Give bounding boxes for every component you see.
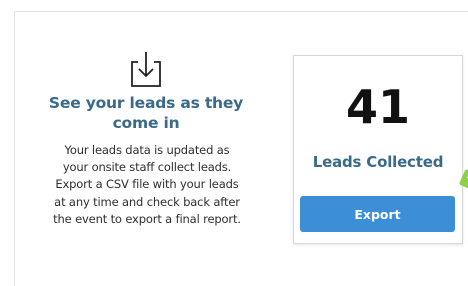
export-button[interactable]: Export: [300, 196, 455, 232]
info-description-line: the event to export a final report.: [53, 211, 241, 226]
green-arrow-icon: [459, 142, 468, 206]
leads-stat-card: 41 Leads Collected Export: [293, 55, 463, 244]
info-description-line: your onsite staff collect leads.: [62, 160, 232, 175]
info-description-line: Your leads data is updated as: [64, 143, 230, 157]
download-tray-icon: [128, 49, 164, 89]
leads-panel: See your leads as they come in Your lead…: [14, 11, 468, 286]
info-description: Your leads data is updated as your onsit…: [43, 142, 251, 228]
info-heading-line: See your leads as they: [48, 94, 244, 112]
info-description-line: at any time and check back after: [54, 194, 240, 209]
info-heading-line: come in: [112, 114, 180, 132]
info-heading: See your leads as they come in: [43, 93, 249, 133]
leads-count: 41: [345, 80, 410, 134]
info-description-line: Export a CSV file with your leads: [55, 177, 239, 192]
leads-count-label: Leads Collected: [312, 153, 444, 171]
